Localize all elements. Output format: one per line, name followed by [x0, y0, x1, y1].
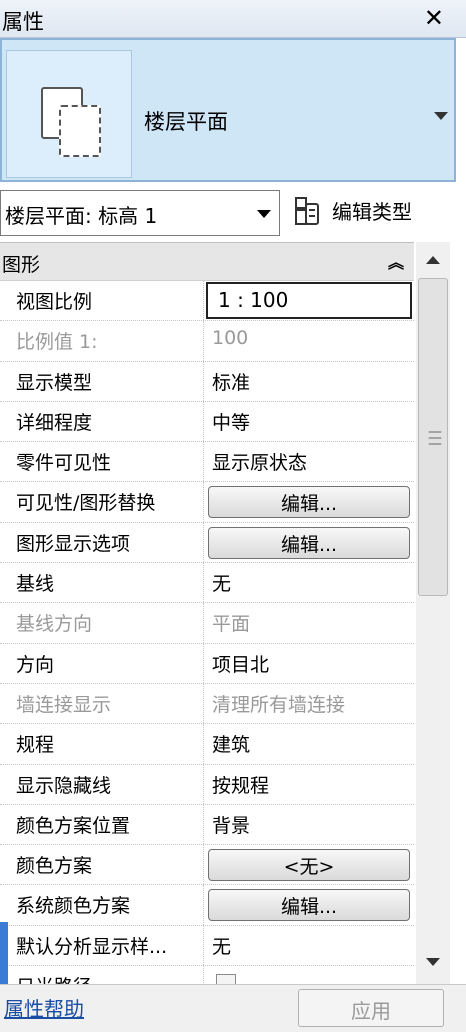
- property-row: 系统颜色方案 编辑...: [0, 885, 414, 926]
- view-scale-input[interactable]: 1 : 100: [206, 282, 412, 319]
- vg-overrides-edit-button[interactable]: 编辑...: [208, 486, 410, 519]
- property-name: 视图比例: [0, 281, 204, 321]
- chevron-down-icon: [257, 210, 271, 218]
- edit-type-label: 编辑类型: [332, 200, 412, 224]
- property-name: 显示模型: [0, 361, 204, 401]
- property-row: 详细程度 中等: [0, 401, 414, 443]
- property-value[interactable]: 背景: [206, 805, 412, 844]
- property-name: 系统颜色方案: [0, 885, 204, 925]
- property-value[interactable]: 显示原状态: [206, 442, 412, 481]
- scroll-up-icon[interactable]: [426, 256, 440, 264]
- scroll-down-icon[interactable]: [426, 958, 440, 966]
- edit-type-button[interactable]: 编辑类型: [292, 192, 462, 232]
- property-row: 日光路径: [0, 966, 414, 986]
- property-name: 颜色方案位置: [0, 804, 204, 845]
- property-value[interactable]: 项目北: [206, 644, 412, 683]
- property-row: 颜色方案 <无>: [0, 845, 414, 886]
- group-title: 图形: [2, 254, 41, 276]
- instance-filter-dropdown[interactable]: 楼层平面: 标高 1: [0, 190, 280, 236]
- property-row: 显示隐藏线 按规程: [0, 764, 414, 805]
- properties-title-bar: 属性 ✕: [0, 0, 466, 38]
- property-grid-scrollbar[interactable]: — — —: [416, 242, 450, 984]
- group-header-graphics[interactable]: 图形 ︽: [0, 243, 414, 281]
- property-name: 可见性/图形替换: [0, 482, 204, 522]
- scrollbar-thumb[interactable]: — — —: [418, 278, 448, 596]
- property-value[interactable]: 无: [206, 563, 412, 602]
- property-name: 规程: [0, 724, 204, 764]
- color-scheme-button[interactable]: <无>: [208, 849, 410, 882]
- property-row: 视图比例 1 : 100: [0, 281, 414, 322]
- property-name: 图形显示选项: [0, 522, 204, 563]
- property-row: 基线 无: [0, 563, 414, 604]
- property-value: 清理所有墙连接: [212, 693, 346, 716]
- edit-type-icon: [295, 197, 319, 225]
- apply-button[interactable]: 应用: [298, 989, 444, 1027]
- floor-plan-type-icon: [6, 50, 132, 178]
- property-name: 默认分析显示样...: [0, 925, 204, 966]
- property-grid: 图形 ︽ 视图比例 1 : 100 比例值 1: 100 显示模型 标准 详细程…: [0, 242, 414, 986]
- property-row: 规程 建筑: [0, 724, 414, 765]
- property-name: 零件可见性: [0, 442, 204, 482]
- property-value[interactable]: 标准: [206, 362, 412, 401]
- property-value[interactable]: 中等: [206, 402, 412, 441]
- property-row: 零件可见性 显示原状态: [0, 442, 414, 483]
- property-row: 颜色方案位置 背景: [0, 804, 414, 846]
- property-row: 显示模型 标准: [0, 361, 414, 402]
- instance-filter-value: 楼层平面: 标高 1: [5, 204, 158, 228]
- property-name: 颜色方案: [0, 845, 204, 885]
- properties-help-link[interactable]: 属性帮助: [4, 993, 84, 1022]
- property-value: 平面: [212, 613, 251, 636]
- property-row: 可见性/图形替换 编辑...: [0, 482, 414, 523]
- property-row: 比例值 1: 100: [0, 321, 414, 362]
- property-row: 默认分析显示样... 无: [0, 925, 414, 967]
- graphic-display-edit-button[interactable]: 编辑...: [208, 526, 410, 559]
- collapse-icon[interactable]: ︽: [388, 249, 404, 273]
- property-row: 墙连接显示 清理所有墙连接: [0, 683, 414, 725]
- type-selector[interactable]: 楼层平面: [0, 38, 456, 182]
- property-name: 墙连接显示: [0, 683, 204, 724]
- dropdown-arrow-icon[interactable]: [434, 112, 448, 120]
- property-row: 方向 项目北: [0, 643, 414, 684]
- property-name: 详细程度: [0, 401, 204, 442]
- property-value: 100: [212, 327, 249, 350]
- property-name: 日光路径: [0, 966, 204, 986]
- property-value[interactable]: 建筑: [206, 724, 412, 763]
- property-name: 基线: [0, 563, 204, 603]
- system-color-scheme-edit-button[interactable]: 编辑...: [208, 889, 410, 922]
- property-name: 显示隐藏线: [0, 764, 204, 804]
- panel-title: 属性: [2, 10, 44, 34]
- property-row: 图形显示选项 编辑...: [0, 522, 414, 564]
- type-name: 楼层平面: [144, 110, 228, 134]
- property-value[interactable]: 无: [206, 926, 412, 965]
- property-value[interactable]: 按规程: [206, 765, 412, 804]
- close-icon[interactable]: ✕: [424, 4, 444, 32]
- property-name: 方向: [0, 643, 204, 683]
- property-name: 比例值 1:: [0, 321, 204, 361]
- grip-icon: — — —: [428, 424, 442, 452]
- property-row: 基线方向 平面: [0, 603, 414, 644]
- property-name: 基线方向: [0, 603, 204, 643]
- properties-footer: 属性帮助 应用: [0, 984, 466, 1032]
